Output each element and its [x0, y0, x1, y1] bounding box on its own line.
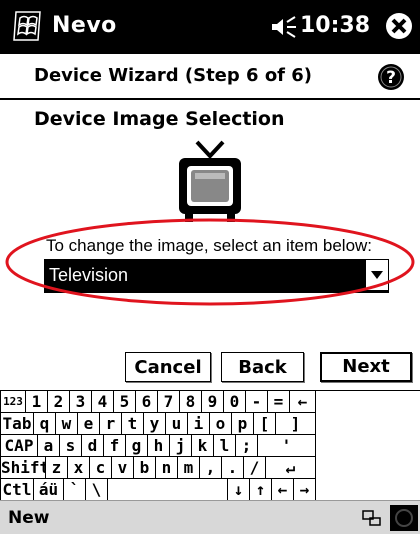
key-5[interactable]: 5	[114, 391, 136, 413]
key-arrow-left[interactable]: ←	[272, 479, 294, 501]
key-p[interactable]: p	[232, 413, 254, 435]
key-0[interactable]: 0	[224, 391, 246, 413]
key-u[interactable]: u	[166, 413, 188, 435]
wizard-title: Device Wizard (Step 6 of 6)	[34, 65, 313, 86]
keyboard-icon[interactable]	[362, 509, 382, 527]
key-backspace[interactable]: ←	[290, 391, 316, 413]
new-menu[interactable]: New	[8, 508, 49, 528]
key-1[interactable]: 1	[26, 391, 48, 413]
key-shift[interactable]: Shift	[0, 457, 46, 479]
menu-bar: New	[0, 500, 420, 534]
key-7[interactable]: 7	[158, 391, 180, 413]
key-arrow-down[interactable]: ↓	[228, 479, 250, 501]
key-2[interactable]: 2	[48, 391, 70, 413]
key-arrow-right[interactable]: →	[294, 479, 316, 501]
key-3[interactable]: 3	[70, 391, 92, 413]
section-title: Device Image Selection	[34, 108, 285, 130]
key-b[interactable]: b	[134, 457, 156, 479]
key-semicolon[interactable]: ;	[236, 435, 258, 457]
key-s[interactable]: s	[60, 435, 82, 457]
app-title: Nevo	[52, 13, 117, 38]
keyboard-row-5: Ctl áü ` \ ↓ ↑ ← →	[0, 479, 420, 501]
key-arrow-up[interactable]: ↑	[250, 479, 272, 501]
key-z[interactable]: z	[46, 457, 68, 479]
key-d[interactable]: d	[82, 435, 104, 457]
key-t[interactable]: t	[122, 413, 144, 435]
key-r[interactable]: r	[100, 413, 122, 435]
image-instruction: To change the image, select an item belo…	[46, 236, 373, 255]
key-q[interactable]: q	[34, 413, 56, 435]
speaker-icon[interactable]	[270, 15, 298, 39]
key-equals[interactable]: =	[268, 391, 290, 413]
key-backslash[interactable]: \	[86, 479, 108, 501]
key-k[interactable]: k	[192, 435, 214, 457]
key-g[interactable]: g	[126, 435, 148, 457]
wizard-header: Device Wizard (Step 6 of 6) ?	[0, 54, 420, 100]
key-slash[interactable]: /	[244, 457, 266, 479]
key-4[interactable]: 4	[92, 391, 114, 413]
key-9[interactable]: 9	[202, 391, 224, 413]
key-n[interactable]: n	[156, 457, 178, 479]
television-icon	[175, 138, 245, 226]
key-f[interactable]: f	[104, 435, 126, 457]
keyboard-row-3: CAP a s d f g h j k l ; '	[0, 435, 420, 457]
key-minus[interactable]: -	[246, 391, 268, 413]
title-bar: Nevo 10:38	[0, 0, 420, 54]
key-i[interactable]: i	[188, 413, 210, 435]
key-m[interactable]: m	[178, 457, 200, 479]
input-panel-button[interactable]	[390, 505, 418, 531]
key-y[interactable]: y	[144, 413, 166, 435]
keyboard-row-1: 123 1 2 3 4 5 6 7 8 9 0 - = ←	[0, 391, 420, 413]
key-v[interactable]: v	[112, 457, 134, 479]
key-o[interactable]: o	[210, 413, 232, 435]
key-ctrl[interactable]: Ctl	[0, 479, 34, 501]
key-e[interactable]: e	[78, 413, 100, 435]
soft-keyboard: 123 1 2 3 4 5 6 7 8 9 0 - = ← Tab q w e …	[0, 390, 420, 501]
key-quote[interactable]: '	[258, 435, 316, 457]
svg-text:?: ?	[386, 68, 396, 88]
key-tab[interactable]: Tab	[0, 413, 34, 435]
key-right-bracket[interactable]: ]	[276, 413, 316, 435]
key-enter[interactable]: ↵	[266, 457, 316, 479]
key-123[interactable]: 123	[0, 391, 26, 413]
keyboard-row-2: Tab q w e r t y u i o p [ ]	[0, 413, 420, 435]
key-caps[interactable]: CAP	[0, 435, 38, 457]
key-a[interactable]: a	[38, 435, 60, 457]
keyboard-row-4: Shift z x c v b n m , . / ↵	[0, 457, 420, 479]
key-c[interactable]: c	[90, 457, 112, 479]
key-comma[interactable]: ,	[200, 457, 222, 479]
key-accents[interactable]: áü	[34, 479, 64, 501]
key-period[interactable]: .	[222, 457, 244, 479]
key-j[interactable]: j	[170, 435, 192, 457]
key-8[interactable]: 8	[180, 391, 202, 413]
help-icon[interactable]: ?	[376, 62, 406, 92]
key-6[interactable]: 6	[136, 391, 158, 413]
chevron-down-icon	[371, 271, 383, 279]
key-x[interactable]: x	[68, 457, 90, 479]
key-l[interactable]: l	[214, 435, 236, 457]
back-button[interactable]: Back	[221, 352, 304, 382]
next-button[interactable]: Next	[320, 352, 412, 382]
select-value: Television	[49, 265, 129, 285]
key-h[interactable]: h	[148, 435, 170, 457]
key-space[interactable]	[108, 479, 228, 501]
key-backtick[interactable]: `	[64, 479, 86, 501]
key-w[interactable]: w	[56, 413, 78, 435]
clock-time[interactable]: 10:38	[300, 13, 370, 38]
device-image-select[interactable]: Television	[44, 259, 389, 293]
cancel-button[interactable]: Cancel	[125, 352, 211, 382]
dropdown-button[interactable]	[365, 260, 388, 290]
close-icon[interactable]	[384, 11, 414, 41]
key-left-bracket[interactable]: [	[254, 413, 276, 435]
windows-flag-icon[interactable]	[10, 8, 46, 44]
